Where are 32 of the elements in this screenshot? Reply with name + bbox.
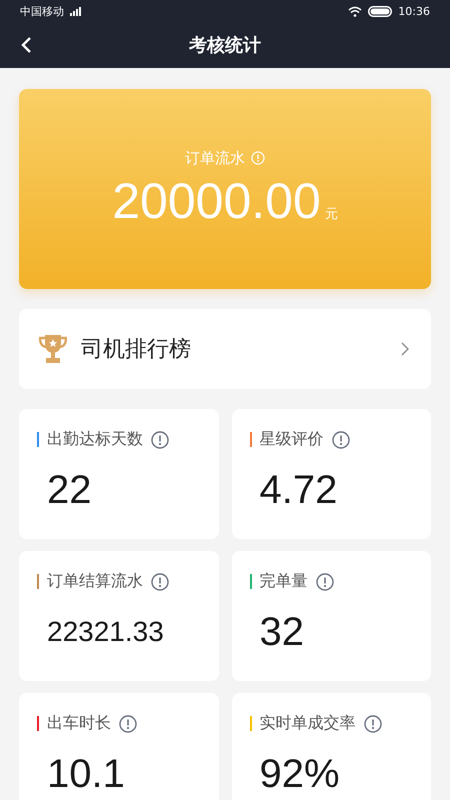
wifi-icon [348, 6, 362, 16]
info-icon[interactable] [316, 572, 334, 590]
stat-value: 10.1 [47, 752, 126, 797]
stat-label: 星级评价 [260, 429, 324, 450]
revenue-amount: 20000.00 [112, 172, 321, 230]
stat-value: 22 [47, 468, 92, 513]
battery-icon [368, 6, 392, 16]
stat-label: 出勤达标天数 [47, 429, 143, 450]
info-icon[interactable] [119, 714, 137, 732]
stat-value: 92% [260, 752, 341, 797]
stat-label: 出车时长 [47, 713, 111, 734]
ranking-label: 司机排行榜 [81, 336, 192, 364]
page-title: 考核统计 [189, 34, 261, 57]
currency-unit: 元 [324, 206, 338, 222]
stat-value: 4.72 [260, 468, 338, 513]
carrier-name: 中国移动 [20, 4, 64, 18]
trophy-icon [39, 334, 67, 364]
ranking-row[interactable]: 司机排行榜 [19, 309, 431, 389]
info-icon[interactable] [332, 430, 350, 448]
stat-value: 22321.33 [47, 616, 165, 648]
stat-value: 32 [260, 610, 305, 655]
signal-icon [70, 6, 82, 16]
stat-label: 订单结算流水 [47, 571, 143, 592]
back-icon[interactable] [20, 36, 32, 54]
stat-label: 完单量 [260, 571, 308, 592]
info-icon[interactable] [151, 430, 169, 448]
revenue-label: 订单流水 [185, 148, 245, 168]
info-icon[interactable] [364, 714, 382, 732]
status-time: 10:36 [398, 4, 430, 18]
stat-label: 实时单成交率 [260, 713, 356, 734]
info-icon[interactable] [151, 572, 169, 590]
chevron-right-icon [401, 342, 409, 356]
